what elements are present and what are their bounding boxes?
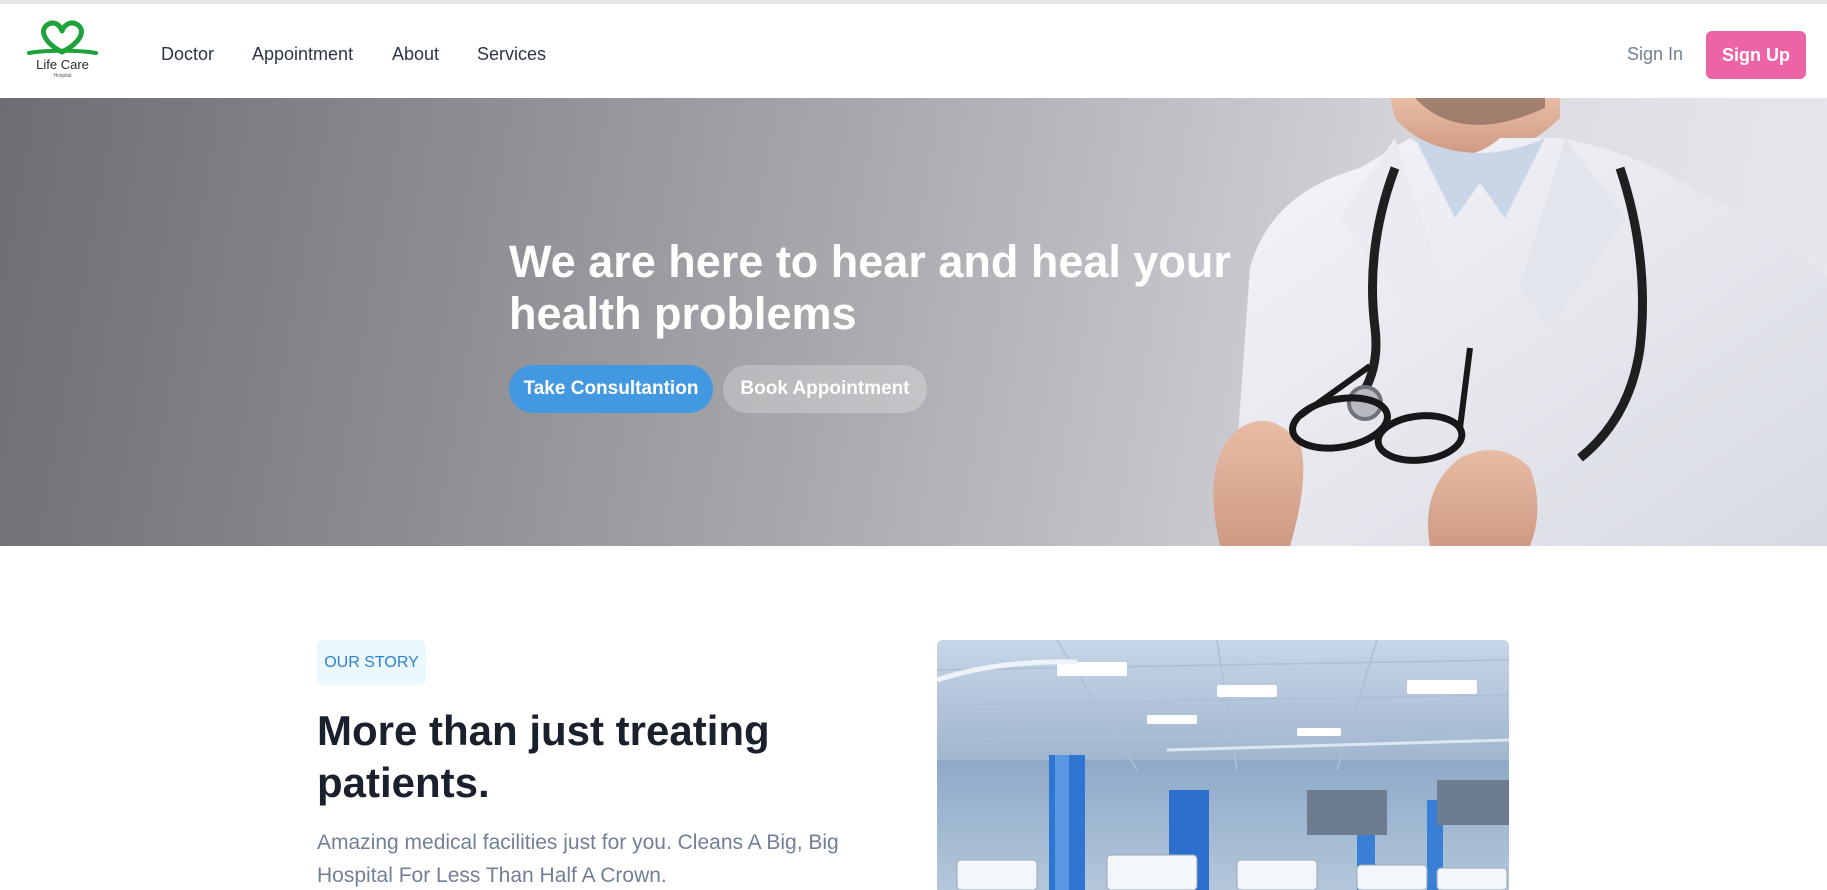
hospital-ward-image: [937, 640, 1509, 890]
sign-up-button[interactable]: Sign Up: [1706, 31, 1806, 79]
book-appointment-button[interactable]: Book Appointment: [723, 365, 927, 413]
page: Life Care Hospital Doctor Appointment Ab…: [0, 0, 1827, 890]
hero-section: We are here to hear and heal your health…: [0, 98, 1827, 546]
nav-link-appointment[interactable]: Appointment: [252, 42, 353, 66]
nav-link-about[interactable]: About: [392, 42, 439, 66]
story-badge: OUR STORY: [317, 640, 426, 685]
story-text: Amazing medical facilities just for you.…: [317, 831, 839, 887]
logo[interactable]: Life Care Hospital: [25, 19, 100, 87]
logo-subtitle: Hospital: [53, 73, 72, 79]
logo-name: Life Care: [36, 57, 89, 72]
nav-link-services[interactable]: Services: [477, 42, 546, 66]
story-title: More than just treating patients.: [317, 707, 770, 806]
take-consultation-button[interactable]: Take Consultantion: [509, 365, 713, 413]
hospital-ward-illustration: [937, 640, 1509, 890]
heart-logo-icon: [27, 20, 98, 55]
sign-in-link[interactable]: Sign In: [1627, 42, 1683, 66]
navbar: Life Care Hospital Doctor Appointment Ab…: [0, 0, 1827, 98]
nav-link-doctor[interactable]: Doctor: [161, 42, 214, 66]
hero-title: We are here to hear and heal your health…: [509, 236, 1231, 339]
